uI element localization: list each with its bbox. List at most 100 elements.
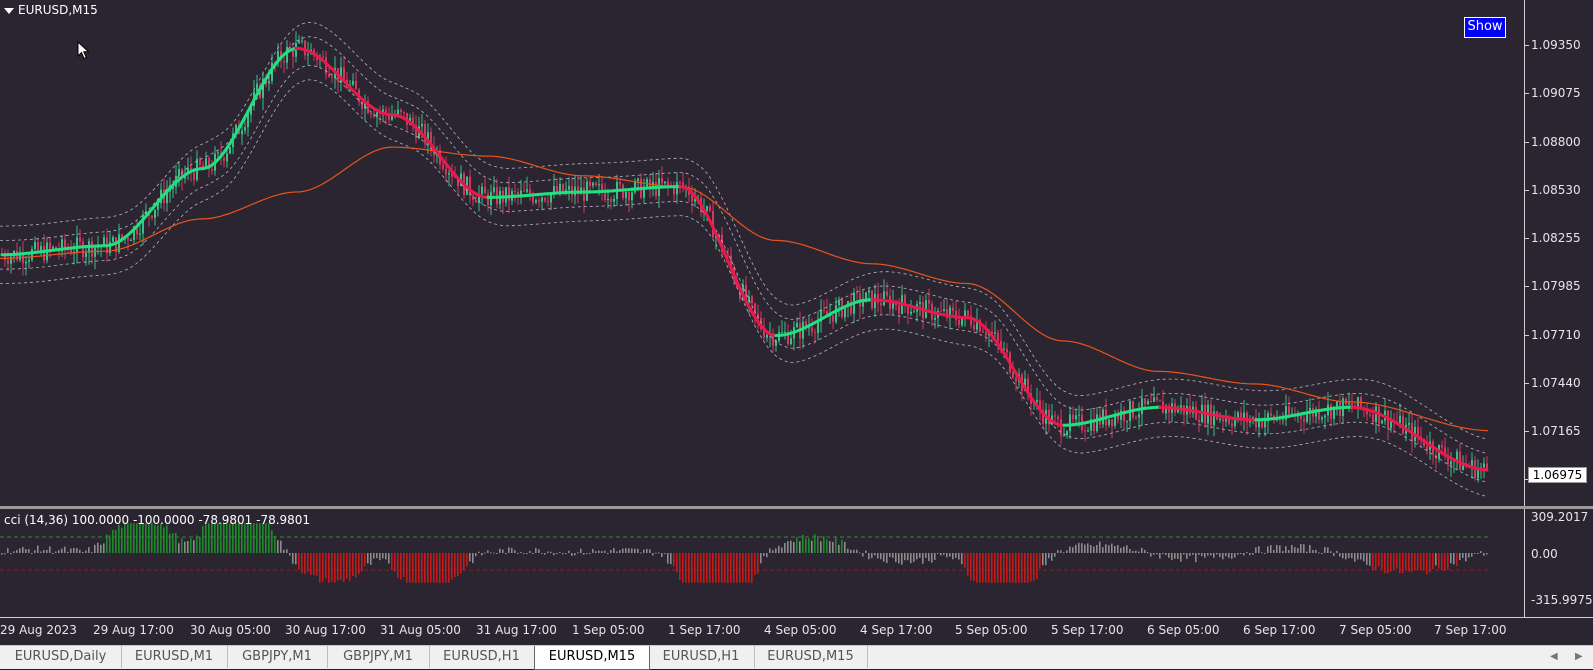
cci-bar [1351, 553, 1353, 558]
tab-eurusd-h1[interactable]: EURUSD,H1 [648, 646, 755, 668]
cci-bar [64, 547, 66, 553]
cci-bar [640, 552, 642, 553]
candle-body [634, 181, 636, 192]
cci-bar [460, 553, 462, 573]
cci-bar [970, 553, 972, 581]
candle-body [910, 312, 912, 314]
cci-bar [1030, 553, 1032, 582]
cci-bar [577, 552, 579, 553]
cci-bar [658, 552, 660, 553]
tab-eurusd-m15[interactable]: EURUSD,M15 [534, 646, 650, 670]
tab-eurusd-m15[interactable]: EURUSD,M15 [754, 646, 868, 668]
cci-bar [952, 553, 954, 559]
cci-bar [226, 523, 228, 553]
cci-bar [1471, 553, 1473, 557]
cci-bar [1159, 553, 1161, 559]
cci-bar [736, 553, 738, 583]
candle-body [538, 200, 540, 201]
cci-bar [1000, 553, 1002, 583]
cci-bar [388, 553, 390, 564]
cci-bar [649, 549, 651, 553]
cci-bar [610, 550, 612, 553]
cci-bar [565, 553, 567, 554]
cci-bar [679, 553, 681, 580]
cci-bar [1090, 545, 1092, 553]
candle-body [784, 332, 786, 333]
cci-bar [787, 541, 789, 553]
candle-body [526, 189, 528, 191]
cci-bar [1315, 550, 1317, 553]
show-button[interactable]: Show [1464, 17, 1506, 38]
cci-bar [538, 549, 540, 553]
candle-body [508, 187, 510, 201]
cci-bar [988, 553, 990, 583]
cci-bar [1144, 550, 1146, 553]
cci-bar [931, 553, 933, 563]
cci-bar [31, 553, 33, 554]
cci-bar [523, 553, 525, 554]
cci-bar [1300, 544, 1302, 553]
cci-bar [472, 553, 474, 563]
cci-bar [1327, 547, 1329, 553]
cci-bar [562, 553, 564, 554]
cci-bar [709, 553, 711, 583]
price-axis[interactable]: 1.093501.090751.088001.085301.082551.079… [1524, 0, 1593, 506]
candle-body [139, 234, 141, 235]
tab-eurusd-daily[interactable]: EURUSD,Daily [0, 646, 122, 668]
cci-bar [43, 550, 45, 553]
cci-bar [202, 526, 204, 553]
cci-bar [799, 541, 801, 553]
cci-bar [310, 553, 312, 575]
candle-body [178, 169, 180, 176]
cci-bar [223, 523, 225, 553]
candle-body [823, 310, 825, 311]
cci-bar [466, 553, 468, 566]
cci-bar [1465, 553, 1467, 561]
time-axis[interactable]: 29 Aug 202329 Aug 17:0030 Aug 05:0030 Au… [0, 617, 1593, 645]
cci-bar [376, 553, 378, 558]
candle-body [514, 191, 516, 192]
candle-body [1153, 397, 1155, 402]
chart-symbol-label[interactable]: EURUSD,M15 [4, 3, 98, 17]
candle-body [229, 147, 231, 153]
candle-body [1141, 398, 1143, 414]
candle-body [442, 165, 444, 169]
cci-bar [499, 549, 501, 553]
cci-bar [1402, 553, 1404, 573]
dropdown-triangle-icon[interactable] [4, 8, 14, 14]
cci-bar [691, 553, 693, 583]
scroll-left-arrow-icon[interactable]: ◀ [1550, 646, 1558, 668]
candle-body [130, 240, 132, 241]
cci-bar [1201, 553, 1203, 556]
cci-bar [1462, 553, 1464, 558]
candle-body [973, 325, 975, 330]
candle-body [880, 303, 882, 305]
fast-moving-average-line [2, 49, 1487, 471]
cci-bar [1084, 545, 1086, 553]
tab-gbpjpy-m1[interactable]: GBPJPY,M1 [327, 646, 430, 668]
candle-body [1456, 452, 1458, 461]
candle-body [1147, 401, 1149, 404]
cci-bar [739, 553, 741, 583]
candle-body [1402, 416, 1404, 434]
cci-bar [580, 549, 582, 553]
cci-indicator-panel[interactable]: cci (14,36) 100.0000 -100.0000 -78.9801 … [0, 509, 1524, 617]
tab-eurusd-h1[interactable]: EURUSD,H1 [429, 646, 535, 668]
cci-bar [1483, 553, 1485, 556]
cci-bar [622, 549, 624, 553]
candle-body [913, 311, 915, 312]
cci-bar [511, 548, 513, 553]
scroll-right-arrow-icon[interactable]: ▶ [1575, 646, 1583, 668]
cci-bar [871, 553, 873, 558]
price-chart[interactable]: EURUSD,M15 Show [0, 0, 1524, 506]
cci-bar [1399, 553, 1401, 573]
cci-bar [1213, 553, 1215, 558]
cci-bar [370, 553, 372, 565]
cci-bar [1108, 545, 1110, 553]
cci-bar [979, 553, 981, 583]
tab-gbpjpy-m1[interactable]: GBPJPY,M1 [227, 646, 328, 668]
cci-bar [1075, 545, 1077, 553]
cci-axis[interactable]: 309.20170.00-315.9975 [1524, 509, 1593, 617]
cci-bar [91, 552, 93, 553]
tab-eurusd-m1[interactable]: EURUSD,M1 [121, 646, 228, 668]
